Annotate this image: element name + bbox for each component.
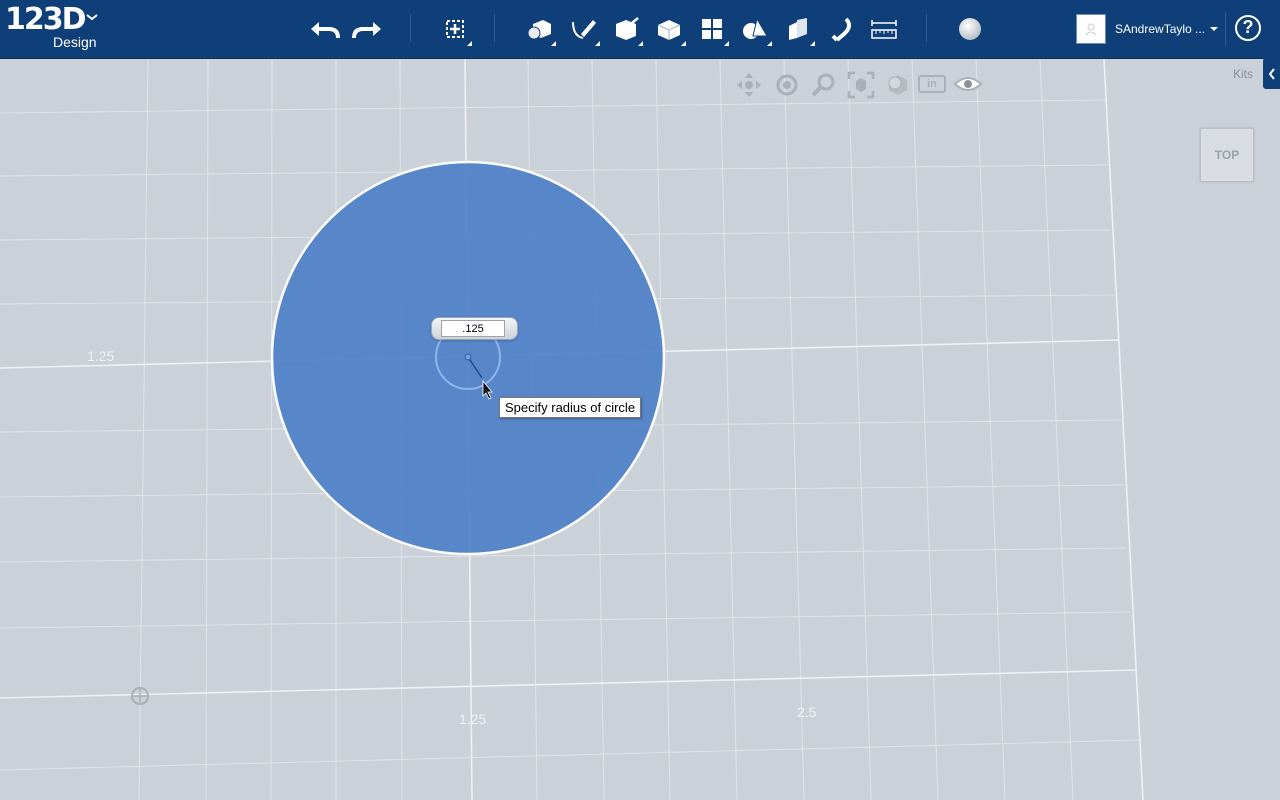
- expand-corner-icon: [810, 41, 815, 46]
- modify-icon: [657, 20, 681, 40]
- undo-button[interactable]: [308, 12, 342, 46]
- zoom-icon: [811, 73, 835, 97]
- redo-icon: [352, 22, 381, 39]
- expand-corner-icon: [595, 41, 600, 46]
- units-badge: in: [918, 75, 946, 93]
- transform-icon: [446, 20, 464, 38]
- material-button[interactable]: [953, 12, 987, 46]
- design-canvas[interactable]: [0, 59, 1280, 800]
- measure-button[interactable]: [867, 12, 901, 46]
- redo-button[interactable]: [350, 12, 384, 46]
- expand-corner-icon: [767, 41, 772, 46]
- tooltip: Specify radius of circle: [499, 397, 642, 418]
- logo-main: 123D: [5, 2, 87, 37]
- pan-icon: [737, 73, 761, 97]
- pattern-icon: [702, 19, 722, 39]
- grouping-button[interactable]: [738, 12, 772, 46]
- radius-input[interactable]: [441, 320, 505, 337]
- help-button[interactable]: ?: [1234, 14, 1262, 42]
- chevron-left-icon: [1268, 67, 1275, 80]
- expand-corner-icon: [681, 41, 686, 46]
- pan-button[interactable]: [734, 70, 764, 100]
- logo-sub: Design: [53, 34, 97, 50]
- account-menu[interactable]: SAndrewTaylo ...: [1076, 14, 1219, 44]
- avatar: [1076, 14, 1106, 44]
- kits-panel-toggle[interactable]: [1263, 58, 1280, 89]
- grid-label: 1.25: [459, 711, 487, 727]
- toolbar-separator: [410, 14, 411, 42]
- modify-button[interactable]: [652, 12, 686, 46]
- undo-icon: [311, 22, 340, 39]
- view-cube[interactable]: TOP: [1200, 128, 1254, 182]
- toolbar-separator: [1225, 12, 1226, 46]
- username-label: SAndrewTaylo ...: [1115, 22, 1206, 36]
- grid-label: 2.5: [797, 704, 817, 720]
- pattern-button[interactable]: [695, 12, 729, 46]
- top-toolbar: 123D Design SAndrewTaylo ... ?: [0, 0, 1280, 59]
- sketch-button[interactable]: [566, 12, 600, 46]
- toolbar-separator: [494, 14, 495, 42]
- grid-label: 1.25: [87, 348, 115, 364]
- fit-view-button[interactable]: [846, 70, 876, 100]
- radius-input-container: [431, 317, 518, 340]
- primitives-icon: [527, 20, 551, 40]
- transform-button[interactable]: [438, 12, 472, 46]
- fit-icon: [847, 71, 875, 99]
- construct-icon: [616, 17, 639, 40]
- orbit-button[interactable]: [772, 70, 802, 100]
- combine-button[interactable]: [781, 12, 815, 46]
- visibility-button[interactable]: [953, 70, 983, 100]
- expand-corner-icon: [638, 41, 643, 46]
- combine-icon: [789, 18, 807, 40]
- measure-icon: [871, 20, 897, 39]
- grouping-icon: [743, 17, 768, 39]
- user-icon: [1085, 23, 1097, 36]
- material-icon: [959, 18, 981, 40]
- view-mode-button[interactable]: [883, 70, 913, 100]
- kits-label: Kits: [1233, 67, 1254, 81]
- zoom-button[interactable]: [809, 70, 839, 100]
- chevron-down-icon: [86, 14, 98, 21]
- snap-icon: [831, 17, 851, 42]
- expand-corner-icon: [467, 41, 472, 46]
- expand-corner-icon: [724, 41, 729, 46]
- eye-icon: [953, 77, 983, 91]
- view-mode-icon: [888, 75, 907, 95]
- orbit-icon: [776, 74, 798, 96]
- center-point: [464, 353, 472, 361]
- origin-marker: [131, 687, 149, 705]
- toolbar-separator: [926, 14, 927, 42]
- sketch-icon: [572, 20, 596, 39]
- dropdown-arrow-icon: [1210, 27, 1218, 31]
- units-toggle[interactable]: in: [918, 70, 948, 100]
- snap-button[interactable]: [824, 12, 858, 46]
- construct-button[interactable]: [609, 12, 643, 46]
- primitives-button[interactable]: [522, 12, 556, 46]
- units-label: in: [927, 78, 937, 90]
- help-symbol: ?: [1242, 17, 1254, 37]
- app-logo[interactable]: 123D Design: [5, 2, 98, 50]
- expand-corner-icon: [551, 41, 556, 46]
